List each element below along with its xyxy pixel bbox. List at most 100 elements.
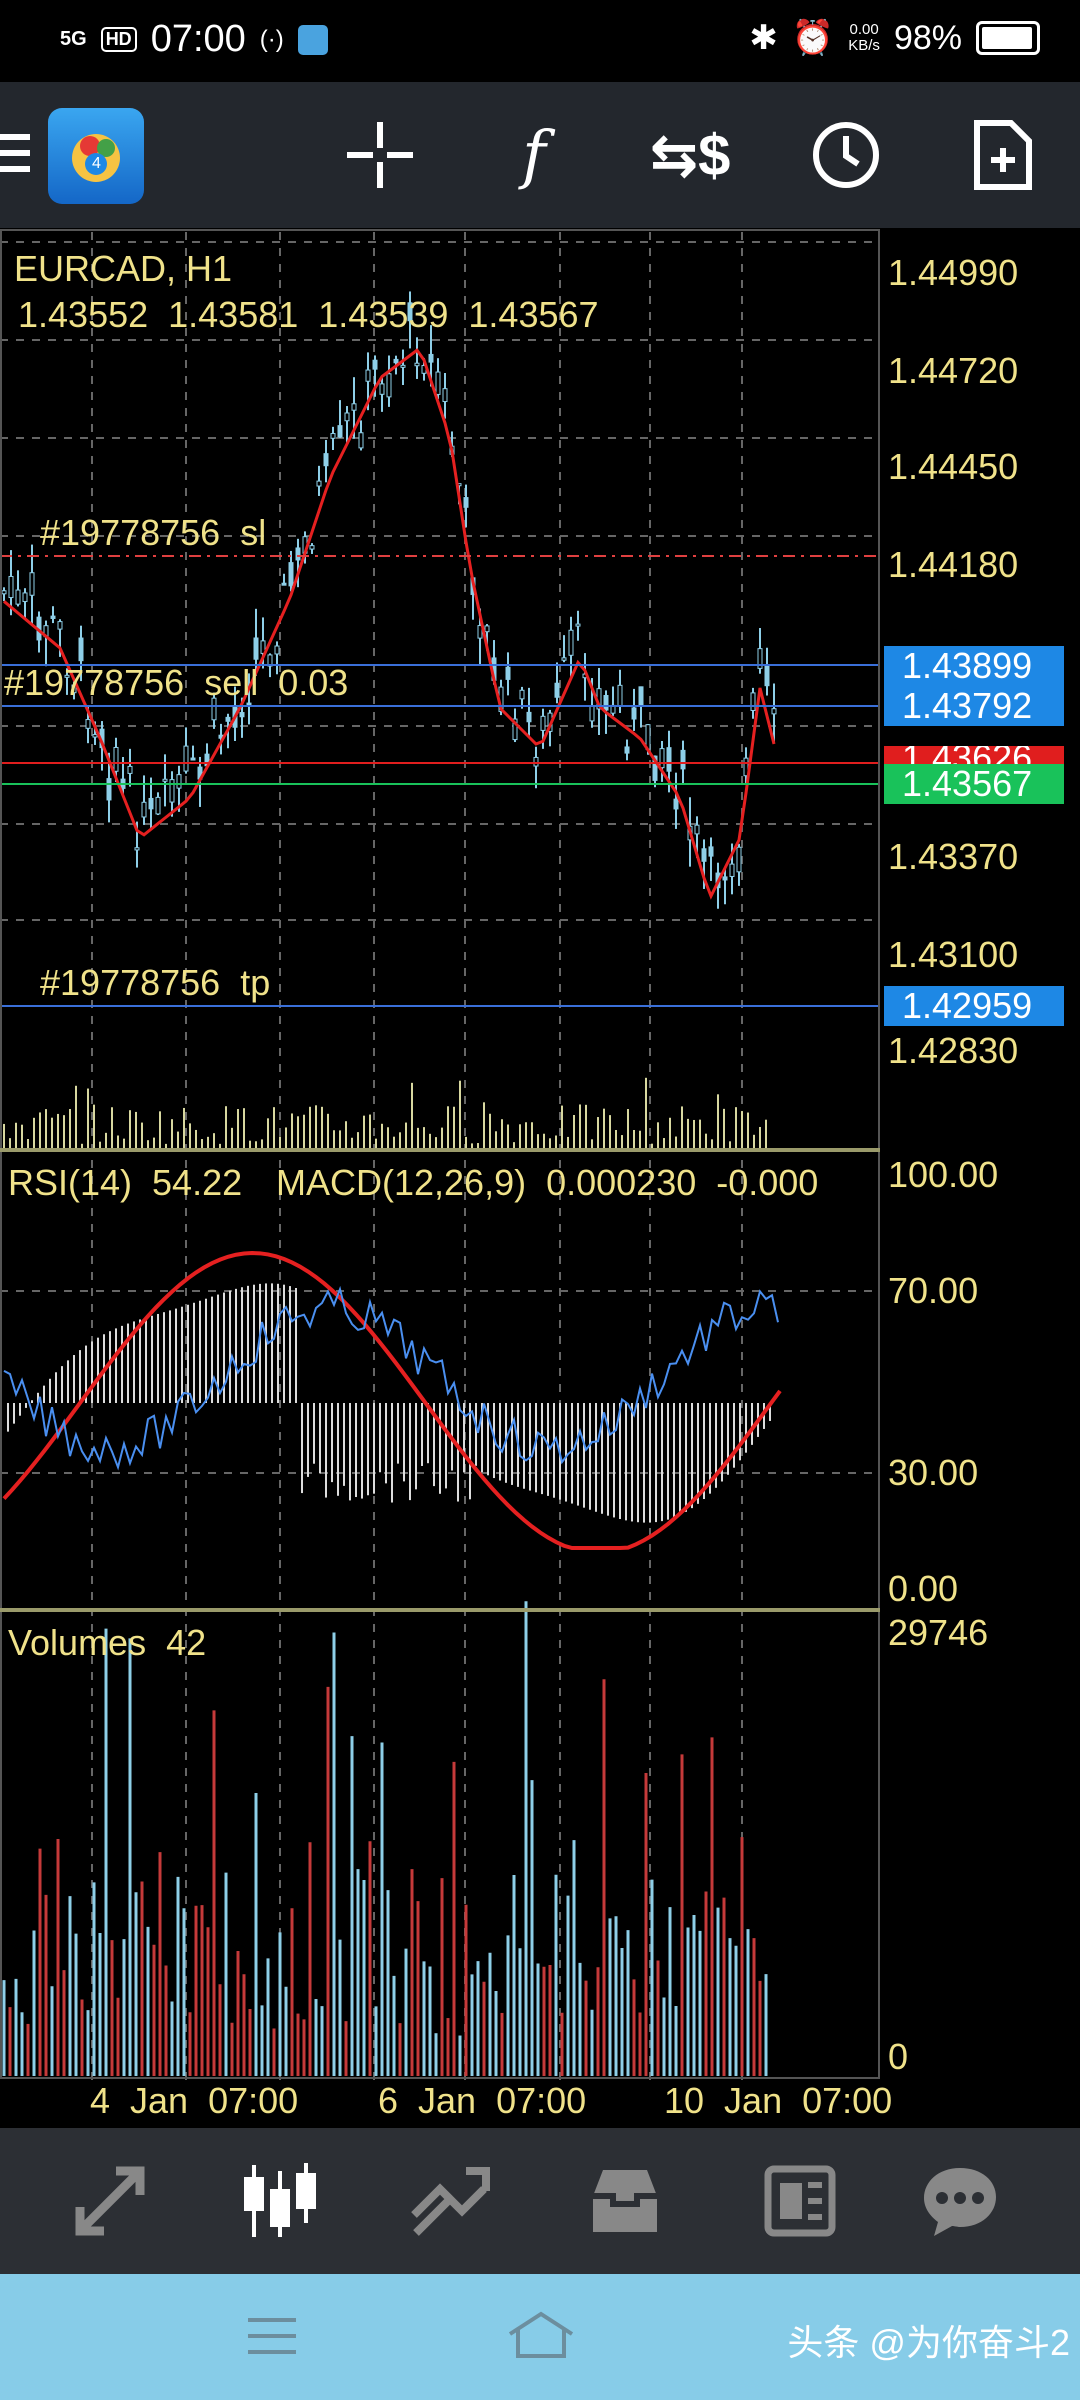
clock-time: 07:00 [150,18,246,60]
candle [736,846,742,873]
news-icon[interactable] [740,2128,860,2274]
price-tick: 1.42830 [888,1030,1019,1071]
candle [106,778,112,801]
candle [673,798,679,810]
candle [78,637,84,662]
stop-loss-label: #19778756 sl [40,512,267,553]
watermark: 头条 @为你奋斗2 [787,2322,1070,2363]
candle [337,425,343,438]
candle [365,369,371,382]
metatrader-logo[interactable]: 4 [48,108,144,204]
hd-badge: HD [100,27,137,52]
network-speed: 0.00 KB/s [848,21,880,54]
candle [330,433,336,439]
candle [561,657,567,661]
bluetooth-icon: ✱ [749,19,778,57]
candle [680,749,686,770]
candle [568,629,574,656]
candle [92,734,98,738]
volumes-label: Volumes 42 [8,1622,207,1663]
candle [414,362,420,367]
sell-order-label: #19778756 sell 0.03 [4,662,349,703]
trade-icon[interactable] [390,2128,510,2274]
clock-icon[interactable] [796,82,896,228]
candle [113,746,119,772]
candle [771,708,777,715]
hotspot-icon: (·) [259,25,284,53]
candle [8,575,14,599]
volume-max: 29746 [888,1612,989,1653]
candle [253,637,259,660]
home-icon[interactable] [506,2310,576,2365]
current-price-tag: 1.43567 [884,764,1064,804]
history-icon[interactable] [565,2128,685,2274]
indicator-level: 100.00 [888,1154,999,1195]
menu-icon[interactable] [0,134,30,182]
indicator-level: 0.00 [888,1568,959,1609]
app-notification-icon [297,24,328,55]
quotes-icon[interactable] [50,2128,170,2274]
candle [750,692,756,711]
candle [708,846,714,857]
candle [617,684,623,707]
candle [50,615,56,619]
svg-text:4: 4 [92,155,101,172]
price-tick: 1.44990 [888,252,1019,293]
rsi-label: RSI(14) 54.22 [8,1162,243,1203]
candle [666,747,672,772]
candle [386,373,392,398]
candle [729,863,735,877]
candle [435,371,441,395]
candle [701,848,707,862]
candle [176,774,182,789]
price-tag-blue: 1.43792 [884,686,1064,726]
candle [575,623,581,627]
candle [309,545,315,550]
candle [526,711,532,723]
candle [323,453,329,467]
candle [57,621,63,630]
chart-area[interactable]: EURCAD, H1 1.43552 1.43581 1.43539 1.435… [0,228,1080,2128]
status-bar: 5G HD 07:00 (·) ✱ ⏰ 0.00 KB/s 98% [0,0,1080,82]
candle [141,801,147,818]
candle [344,412,350,422]
trade-dollar-icon[interactable]: ⇆$ [640,82,740,228]
time-tick: 6 Jan 07:00 [378,2080,587,2121]
volume-min: 0 [888,2036,909,2077]
candle [372,359,378,370]
candle [351,403,357,411]
candle [603,695,609,711]
price-tick: 1.44720 [888,350,1019,391]
network-indicator: 5G [60,28,87,50]
candle [589,705,595,722]
candle [400,364,406,368]
chart-icon[interactable] [220,2128,340,2274]
candle [1,590,7,595]
moving-average-line [3,348,776,900]
candle [15,589,21,605]
price-tick: 1.43370 [888,836,1019,877]
candle [274,645,280,655]
candle [442,388,448,403]
function-icon[interactable]: f [484,82,584,228]
candle [519,689,525,700]
candle [505,666,511,680]
new-document-icon[interactable] [952,82,1052,228]
alarm-icon: ⏰ [791,19,835,57]
candle [134,847,140,851]
top-toolbar: 4 f ⇆$ [0,82,1080,228]
candle [624,746,630,754]
recent-apps-icon[interactable] [244,2314,300,2363]
chat-icon[interactable] [900,2128,1020,2274]
price-tick: 1.44450 [888,446,1019,487]
crosshair-icon[interactable] [330,82,430,228]
take-profit-tag: 1.42959 [884,986,1064,1026]
candle [155,796,161,815]
candle [295,547,301,561]
candle [484,625,490,633]
candle [288,562,294,587]
battery-percent: 98% [893,18,962,57]
symbol-label: EURCAD, H1 [14,248,233,289]
candle [85,719,91,729]
candle [638,686,644,706]
